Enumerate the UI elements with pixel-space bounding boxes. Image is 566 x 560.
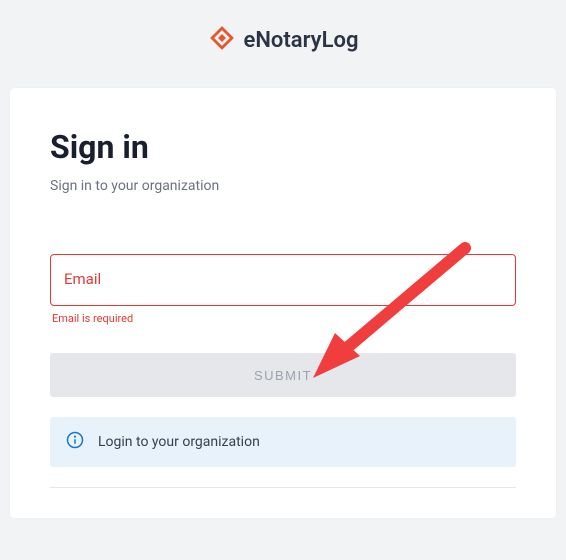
info-icon (66, 431, 84, 453)
info-banner-text: Login to your organization (98, 434, 260, 450)
email-error-text: Email is required (50, 312, 516, 325)
divider (50, 487, 516, 488)
page-title: Sign in (50, 128, 516, 166)
brand-logo-icon (208, 24, 236, 56)
signin-card: Sign in Sign in to your organization Ema… (10, 88, 556, 518)
info-banner: Login to your organization (50, 417, 516, 467)
brand-header: eNotaryLog (0, 0, 566, 88)
email-field-wrapper: Email (50, 254, 516, 306)
page-subtitle: Sign in to your organization (50, 178, 516, 194)
submit-button[interactable]: SUBMIT (50, 353, 516, 397)
brand-name: eNotaryLog (244, 28, 359, 53)
email-input[interactable] (50, 254, 516, 306)
